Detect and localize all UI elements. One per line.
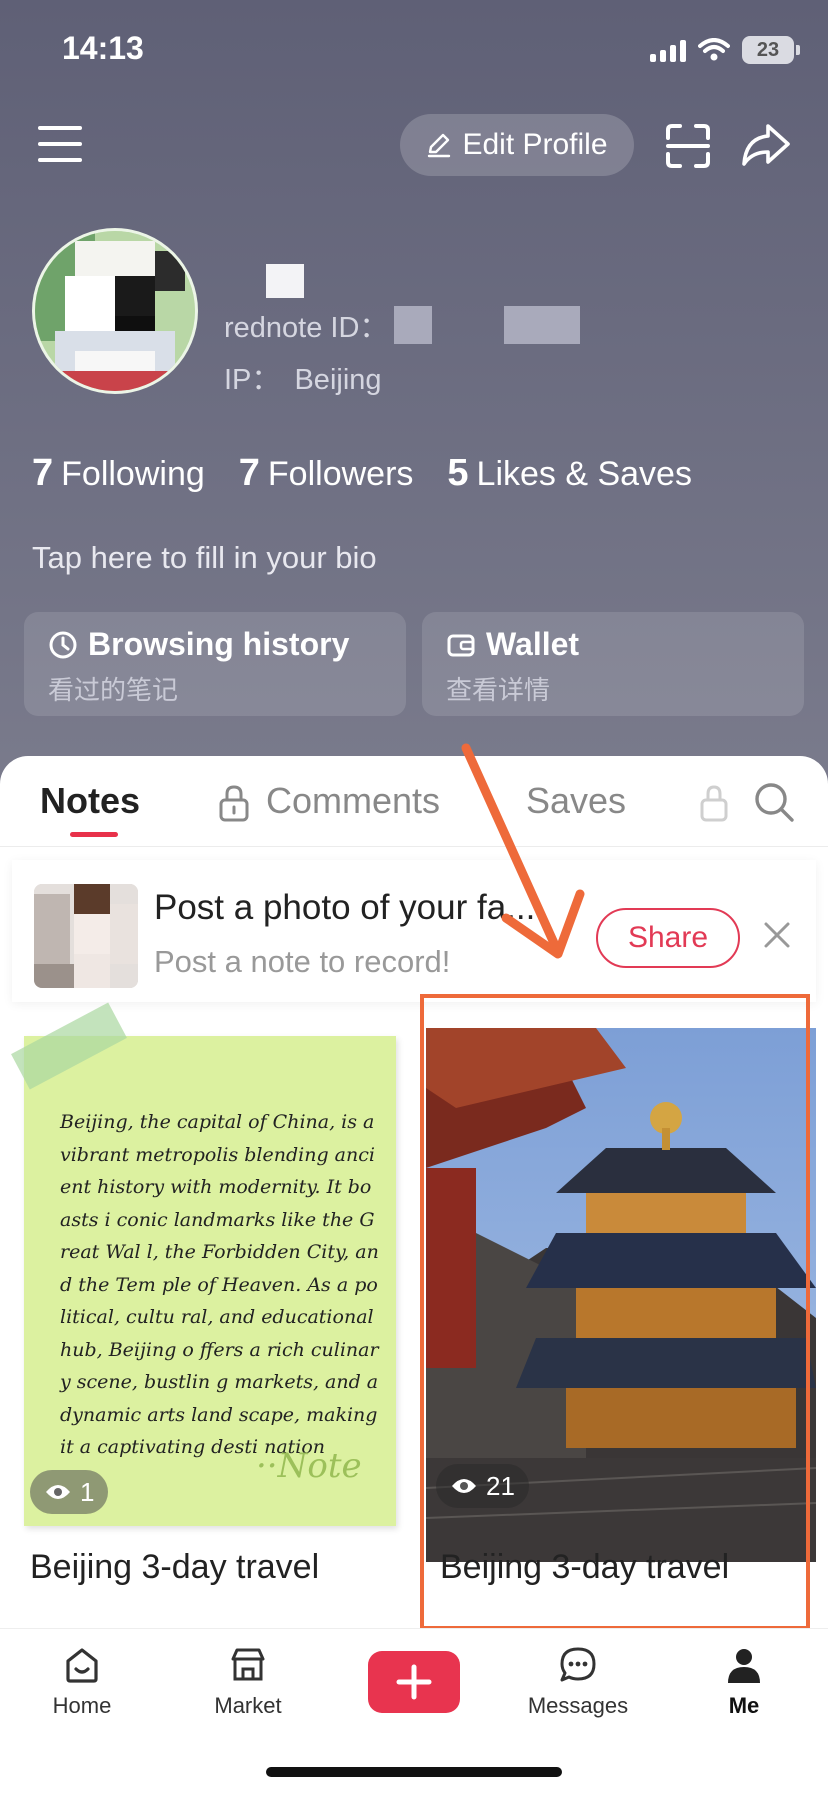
edit-profile-label: Edit Profile xyxy=(462,128,608,161)
cellular-signal-icon xyxy=(650,38,686,62)
wallet-subtitle: 查看详情 xyxy=(446,675,551,705)
stat-label: Following xyxy=(61,455,205,493)
status-icons: 23 xyxy=(650,34,800,66)
sticky-note-text: Beijing, the capital of China, is a vibr… xyxy=(60,1111,379,1458)
bio-placeholder[interactable]: Tap here to fill in your bio xyxy=(32,540,377,576)
eye-icon xyxy=(46,1485,70,1499)
store-icon xyxy=(231,1648,265,1681)
status-time: 14:13 xyxy=(62,30,144,66)
lock-icon xyxy=(700,785,728,822)
note-card[interactable]: 21 Beijing 3-day travel xyxy=(424,1020,818,1600)
wallet-card[interactable]: Wallet 查看详情 xyxy=(422,612,804,716)
close-icon[interactable] xyxy=(760,918,794,952)
ip-location-row: IP： Beijing xyxy=(224,356,382,398)
note-title: Beijing 3-day travel xyxy=(440,1548,730,1586)
nav-home[interactable]: Home xyxy=(22,1645,142,1719)
stat-count: 7 xyxy=(32,452,54,494)
rednote-id-redacted xyxy=(504,306,581,344)
home-icon xyxy=(66,1648,98,1683)
share-arrow-icon[interactable] xyxy=(740,120,792,170)
active-tab-indicator xyxy=(70,832,118,837)
tape-decoration xyxy=(11,1002,127,1090)
stat-count: 5 xyxy=(447,452,469,494)
prompt-subtitle: Post a note to record! xyxy=(154,944,451,979)
stat-label: Followers xyxy=(267,455,414,493)
rednote-id-label: rednote ID： xyxy=(224,312,389,344)
stat-followers[interactable]: 7 Followers xyxy=(239,452,414,495)
stat-count: 7 xyxy=(238,452,260,494)
nav-market[interactable]: Market xyxy=(188,1645,308,1719)
nav-home-label: Home xyxy=(52,1693,112,1718)
username-redacted xyxy=(266,264,304,298)
view-count: 21 xyxy=(486,1470,515,1501)
person-icon xyxy=(728,1649,760,1683)
ip-label: IP： xyxy=(224,364,281,396)
note-signature: ··Note xyxy=(256,1446,362,1486)
edit-profile-button[interactable]: Edit Profile xyxy=(400,114,634,176)
tab-notes[interactable]: Notes xyxy=(40,780,140,822)
status-bar: 14:13 23 xyxy=(0,0,828,96)
post-prompt-card[interactable]: Post a photo of your fa... Post a note t… xyxy=(12,860,816,1002)
view-count-badge: 21 xyxy=(436,1464,529,1508)
lock-icon xyxy=(219,785,249,822)
view-count-badge: 1 xyxy=(30,1470,109,1514)
home-indicator xyxy=(266,1767,562,1777)
nav-messages[interactable]: Messages xyxy=(518,1645,638,1719)
sticky-note-cover: Beijing, the capital of China, is a vibr… xyxy=(11,1002,396,1526)
add-note-button[interactable] xyxy=(368,1651,460,1713)
profile-toolbar: Edit Profile xyxy=(0,110,828,180)
browsing-history-title: Browsing history xyxy=(88,626,350,662)
bottom-navigation: Home Market Messages Me xyxy=(0,1628,828,1793)
stat-following[interactable]: 7 Following xyxy=(32,452,205,495)
annotation-arrow xyxy=(461,743,585,959)
browsing-history-card[interactable]: Browsing history 看过的笔记 xyxy=(24,612,406,716)
nav-me-label: Me xyxy=(728,1693,760,1718)
note-title: Beijing 3-day travel xyxy=(30,1548,320,1586)
battery-indicator: 23 xyxy=(742,36,800,64)
view-count: 1 xyxy=(80,1476,95,1507)
pencil-icon xyxy=(428,133,451,158)
rednote-id-redacted xyxy=(394,306,433,344)
avatar[interactable] xyxy=(32,228,198,394)
stat-label: Likes & Saves xyxy=(476,455,692,493)
clock-icon xyxy=(49,631,77,659)
search-icon[interactable] xyxy=(752,780,796,824)
avatar-image xyxy=(35,231,195,391)
chat-bubble-icon xyxy=(560,1647,596,1682)
nav-me[interactable]: Me xyxy=(684,1645,804,1719)
note-card[interactable]: Beijing, the capital of China, is a vibr… xyxy=(11,1002,396,1586)
scan-icon[interactable] xyxy=(664,122,712,170)
wifi-icon xyxy=(698,38,730,61)
eye-icon xyxy=(452,1479,476,1493)
stat-likes-saves[interactable]: 5 Likes & Saves xyxy=(447,452,692,495)
nav-market-label: Market xyxy=(214,1693,282,1718)
rednote-id-row: rednote ID： xyxy=(224,304,581,346)
browsing-history-subtitle: 看过的笔记 xyxy=(48,675,179,705)
menu-icon[interactable] xyxy=(38,126,84,164)
nav-messages-label: Messages xyxy=(527,1693,629,1718)
prompt-thumbnail xyxy=(34,884,138,988)
profile-tabs: Notes Comments Saves xyxy=(0,756,828,847)
plus-icon xyxy=(396,1664,432,1700)
wallet-icon xyxy=(447,634,475,657)
tab-comments[interactable]: Comments xyxy=(266,780,440,822)
share-button[interactable]: Share xyxy=(596,908,740,968)
profile-stats: 7 Following 7 Followers 5 Likes & Saves xyxy=(32,452,692,495)
ip-value: Beijing xyxy=(294,364,382,396)
wallet-title: Wallet xyxy=(486,626,580,662)
